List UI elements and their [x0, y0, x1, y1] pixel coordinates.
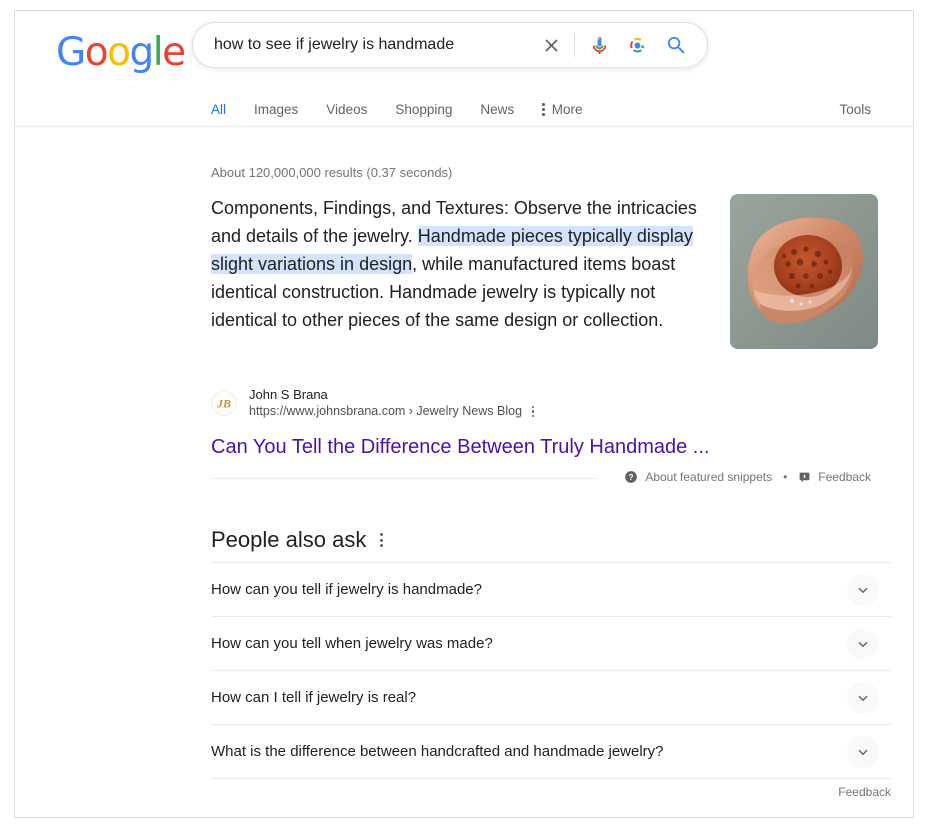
paa-question: How can you tell if jewelry is handmade? — [211, 581, 482, 598]
logo-letter: G — [56, 30, 86, 75]
paa-heading-row: People also ask — [211, 527, 891, 553]
search-header: Google how to see if jewelry is handmade… — [15, 11, 913, 130]
paa-question: How can I tell if jewelry is real? — [211, 689, 417, 706]
browser-content-frame: Google how to see if jewelry is handmade… — [14, 10, 914, 818]
list-item[interactable]: How can you tell if jewelry is handmade? — [211, 563, 891, 617]
paa-list: How can you tell if jewelry is handmade?… — [211, 562, 891, 779]
paa-question: How can you tell when jewelry was made? — [211, 635, 493, 652]
search-bar-divider — [574, 33, 575, 57]
google-logo[interactable]: Google — [56, 30, 186, 75]
source-meta: John S Brana https://www.johnsbrana.com … — [249, 386, 535, 420]
source-name: John S Brana — [249, 387, 328, 402]
results-area: About 120,000,000 results (0.37 seconds)… — [15, 127, 913, 817]
snippet-result-title-link[interactable]: Can You Tell the Difference Between Trul… — [211, 434, 709, 460]
paa-options-icon[interactable] — [380, 533, 384, 547]
results-stats: About 120,000,000 results (0.37 seconds) — [211, 165, 453, 180]
snippet-thumbnail[interactable] — [730, 194, 878, 349]
paa-heading: People also ask — [211, 527, 367, 552]
logo-letter: e — [162, 30, 186, 75]
paa-question: What is the difference between handcraft… — [211, 743, 664, 760]
microphone-icon[interactable] — [587, 33, 611, 57]
source-url-row: https://www.johnsbrana.com › Jewelry New… — [249, 403, 535, 420]
logo-letter: o — [84, 30, 109, 75]
close-icon[interactable] — [538, 32, 564, 58]
chevron-down-icon[interactable] — [847, 735, 879, 768]
chevron-down-icon[interactable] — [847, 627, 879, 660]
paa-feedback-link[interactable]: Feedback — [838, 785, 891, 799]
snippet-footer-divider — [211, 478, 596, 479]
featured-snippet: Components, Findings, and Textures: Obse… — [211, 194, 891, 374]
flag-icon — [798, 471, 811, 484]
chevron-down-icon[interactable] — [847, 573, 879, 606]
svg-text:?: ? — [629, 473, 634, 482]
featured-snippet-body: Components, Findings, and Textures: Obse… — [211, 194, 891, 374]
svg-text:JB: JB — [216, 397, 231, 411]
list-item[interactable]: What is the difference between handcraft… — [211, 725, 891, 779]
logo-letter: o — [107, 30, 131, 75]
list-item[interactable]: How can I tell if jewelry is real? — [211, 671, 891, 725]
more-vertical-dots-icon — [542, 103, 545, 116]
logo-letter: l — [152, 30, 164, 75]
search-bar[interactable] — [192, 22, 708, 68]
source-url: https://www.johnsbrana.com › Jewelry New… — [249, 404, 523, 418]
snippet-footer: ? About featured snippets • Feedback — [624, 470, 871, 484]
tools-button[interactable]: Tools — [839, 102, 871, 117]
snippet-source[interactable]: JB John S Brana https://www.johnsbrana.c… — [211, 386, 535, 420]
search-icon[interactable] — [664, 33, 688, 57]
list-item[interactable]: How can you tell when jewelry was made? — [211, 617, 891, 671]
source-options-icon[interactable] — [532, 405, 535, 418]
logo-letter: g — [129, 30, 154, 75]
people-also-ask-section: People also ask How can you tell if jewe… — [211, 527, 891, 805]
google-search-results-page: Google how to see if jewelry is handmade… — [0, 0, 930, 830]
help-circle-icon: ? — [624, 470, 638, 484]
snippet-feedback-link[interactable]: Feedback — [818, 470, 871, 484]
johnsbrana-monogram-favicon: JB — [211, 390, 237, 416]
chevron-down-icon[interactable] — [847, 681, 879, 714]
paa-footer: Feedback — [211, 779, 891, 805]
search-input[interactable] — [193, 36, 538, 54]
featured-snippet-text: Components, Findings, and Textures: Obse… — [211, 194, 703, 334]
about-featured-snippets-link[interactable]: About featured snippets — [645, 470, 772, 484]
footer-separator: • — [783, 470, 788, 484]
tab-more-label: More — [551, 102, 583, 117]
google-lens-icon[interactable] — [625, 33, 649, 57]
